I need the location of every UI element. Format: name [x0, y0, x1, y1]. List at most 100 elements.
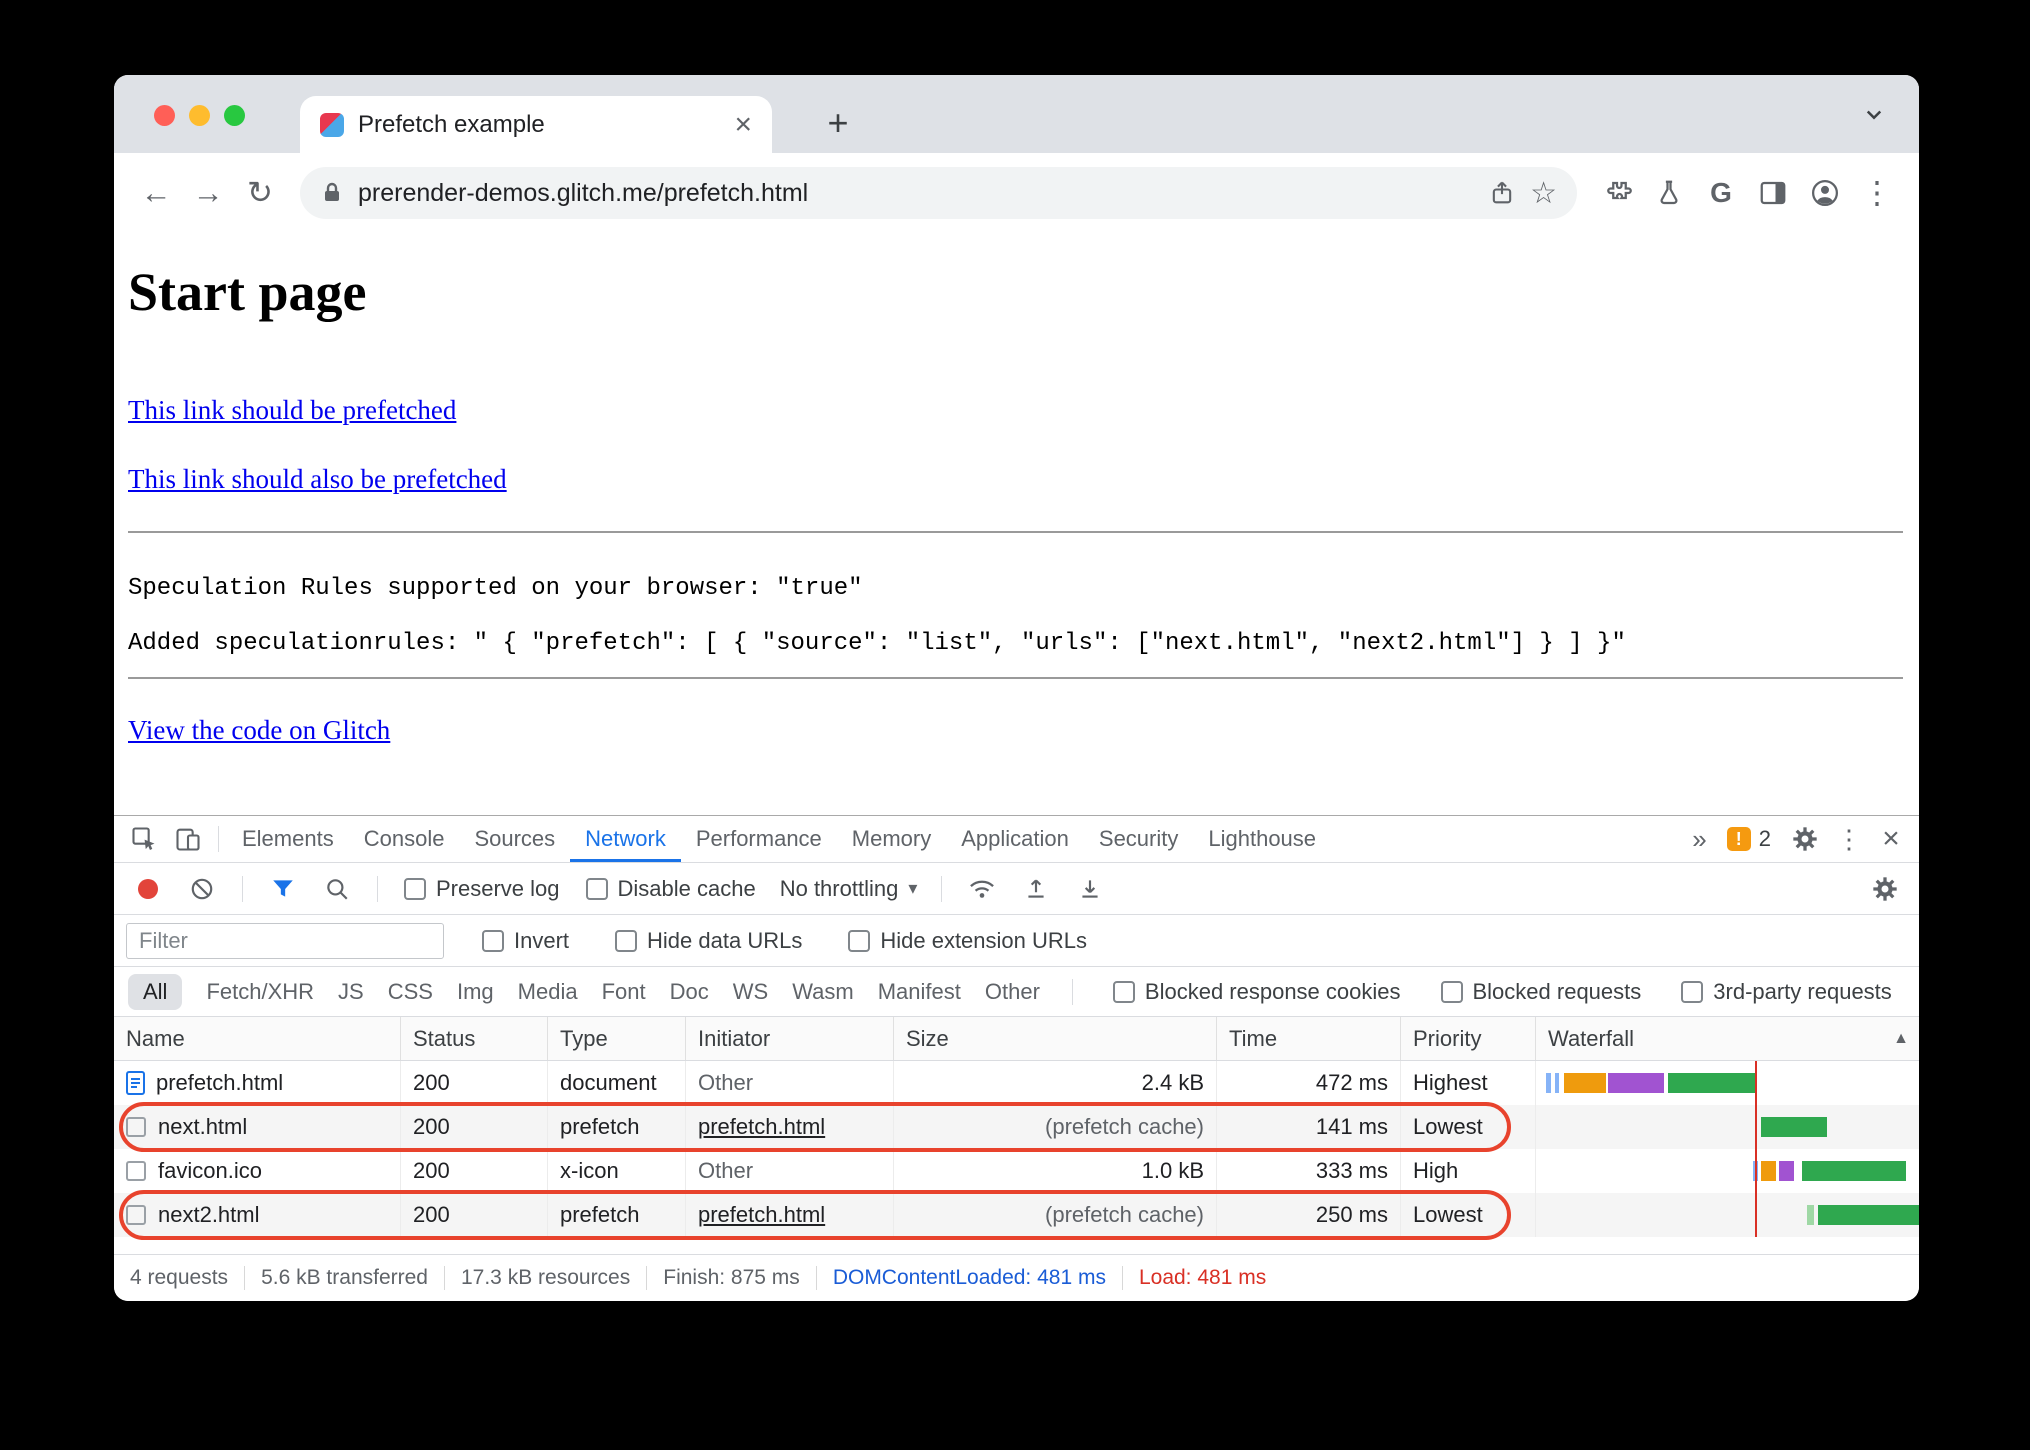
devtools-menu-kebab-icon[interactable]: ⋮	[1829, 824, 1869, 855]
google-account-icon[interactable]: G	[1697, 169, 1745, 217]
tab-memory[interactable]: Memory	[837, 816, 946, 862]
checkbox[interactable]	[1681, 980, 1704, 1003]
side-panel-icon[interactable]	[1749, 169, 1797, 217]
checkbox[interactable]	[1112, 980, 1135, 1003]
checkbox[interactable]	[404, 877, 426, 900]
checkbox[interactable]	[615, 929, 638, 952]
tab-performance[interactable]: Performance	[681, 816, 837, 862]
chip-other[interactable]: Other	[985, 979, 1040, 1005]
tab-elements[interactable]: Elements	[227, 816, 349, 862]
browser-menu-kebab-icon[interactable]: ⋮	[1853, 169, 1901, 217]
table-row[interactable]: favicon.ico 200 x-icon Other 1.0 kB 333 …	[114, 1149, 1919, 1193]
chevron-down-icon: ▾	[908, 878, 918, 898]
chip-img[interactable]: Img	[457, 979, 494, 1005]
minimize-window-button[interactable]	[189, 105, 210, 126]
issues-count: 2	[1758, 826, 1771, 851]
tab-sources[interactable]: Sources	[459, 816, 570, 862]
extensions-puzzle-icon[interactable]	[1593, 169, 1641, 217]
filter-input[interactable]	[126, 922, 444, 959]
chip-fetch-xhr[interactable]: Fetch/XHR	[206, 979, 314, 1005]
bookmark-star-icon[interactable]: ☆	[1530, 176, 1557, 211]
hide-extension-urls-checkbox[interactable]: Hide extension URLs	[848, 928, 1087, 954]
profile-avatar-icon[interactable]	[1801, 169, 1849, 217]
import-har-icon[interactable]	[1014, 869, 1058, 909]
maximize-window-button[interactable]	[224, 105, 245, 126]
device-toolbar-icon[interactable]	[166, 819, 210, 859]
throttling-value: No throttling	[779, 875, 899, 901]
chip-js[interactable]: JS	[338, 979, 364, 1005]
network-conditions-wifi-icon[interactable]	[960, 869, 1004, 909]
clear-network-log-icon[interactable]	[180, 869, 224, 909]
close-window-button[interactable]	[154, 105, 175, 126]
invert-checkbox[interactable]: Invert	[482, 928, 569, 954]
checkbox[interactable]	[585, 877, 608, 900]
tab-search-chevron-icon[interactable]	[1859, 99, 1889, 129]
column-size[interactable]: Size	[894, 1017, 1217, 1060]
checkbox[interactable]	[848, 929, 871, 952]
issues-counter[interactable]: ! 2	[1717, 826, 1781, 852]
search-icon[interactable]	[315, 869, 359, 909]
reload-icon[interactable]: ↻	[236, 169, 284, 217]
table-row[interactable]: prefetch.html 200 document Other 2.4 kB …	[114, 1061, 1919, 1105]
column-waterfall[interactable]: Waterfall ▲	[1536, 1017, 1919, 1060]
network-filter-row: Invert Hide data URLs Hide extension URL…	[114, 915, 1919, 967]
tab-lighthouse[interactable]: Lighthouse	[1193, 816, 1331, 862]
finish-time: Finish: 875 ms	[646, 1266, 816, 1290]
column-initiator[interactable]: Initiator	[686, 1017, 894, 1060]
blocked-requests-checkbox[interactable]: Blocked requests	[1440, 979, 1641, 1005]
browser-toolbar: ← → ↻ prerender-demos.glitch.me/prefetch…	[114, 153, 1919, 233]
view-code-link[interactable]: View the code on Glitch	[128, 715, 390, 746]
chip-all[interactable]: All	[128, 973, 183, 1010]
third-party-requests-checkbox[interactable]: 3rd-party requests	[1681, 979, 1892, 1005]
filter-funnel-icon[interactable]	[261, 869, 305, 909]
share-icon[interactable]	[1488, 179, 1516, 207]
labs-flask-icon[interactable]	[1645, 169, 1693, 217]
column-priority[interactable]: Priority	[1401, 1017, 1536, 1060]
tab-console[interactable]: Console	[349, 816, 460, 862]
devtools-settings-gear-icon[interactable]	[1783, 819, 1827, 859]
new-tab-button[interactable]: +	[816, 101, 860, 145]
back-icon[interactable]: ←	[132, 169, 180, 217]
request-status: 200	[401, 1193, 548, 1237]
request-initiator-link[interactable]: prefetch.html	[686, 1105, 894, 1149]
tab-application[interactable]: Application	[946, 816, 1084, 862]
record-network-log-icon[interactable]	[126, 869, 170, 909]
preserve-log-checkbox[interactable]: Preserve log	[404, 876, 560, 902]
chip-font[interactable]: Font	[602, 979, 646, 1005]
column-status[interactable]: Status	[401, 1017, 548, 1060]
prefetch-link-2[interactable]: This link should also be prefetched	[128, 464, 507, 495]
chip-css[interactable]: CSS	[388, 979, 433, 1005]
forward-icon[interactable]: →	[184, 169, 232, 217]
browser-tab[interactable]: Prefetch example ×	[300, 96, 772, 153]
devtools-panel: Elements Console Sources Network Perform…	[114, 815, 1919, 1301]
chip-media[interactable]: Media	[518, 979, 578, 1005]
request-initiator: Other	[686, 1061, 894, 1105]
column-name[interactable]: Name	[114, 1017, 401, 1060]
more-tabs-icon[interactable]: »	[1684, 824, 1714, 855]
prefetch-link-1[interactable]: This link should be prefetched	[128, 395, 456, 426]
hide-data-urls-checkbox[interactable]: Hide data URLs	[615, 928, 802, 954]
devtools-close-icon[interactable]: ×	[1871, 822, 1911, 856]
chip-ws[interactable]: WS	[733, 979, 768, 1005]
tab-security[interactable]: Security	[1084, 816, 1193, 862]
network-settings-gear-icon[interactable]	[1863, 869, 1907, 909]
column-time[interactable]: Time	[1217, 1017, 1401, 1060]
table-row[interactable]: next.html 200 prefetch prefetch.html (pr…	[114, 1105, 1919, 1149]
table-row[interactable]: next2.html 200 prefetch prefetch.html (p…	[114, 1193, 1919, 1237]
tab-network[interactable]: Network	[570, 816, 681, 862]
inspect-element-icon[interactable]	[122, 819, 166, 859]
request-initiator-link[interactable]: prefetch.html	[686, 1193, 894, 1237]
checkbox[interactable]	[482, 929, 504, 952]
blocked-response-cookies-checkbox[interactable]: Blocked response cookies	[1112, 979, 1401, 1005]
chip-doc[interactable]: Doc	[670, 979, 709, 1005]
chip-manifest[interactable]: Manifest	[878, 979, 961, 1005]
waterfall-bar-queueing	[1546, 1073, 1551, 1093]
disable-cache-checkbox[interactable]: Disable cache	[585, 876, 756, 902]
column-type[interactable]: Type	[548, 1017, 686, 1060]
tab-close-icon[interactable]: ×	[734, 109, 752, 140]
throttling-dropdown[interactable]: No throttling ▾	[780, 876, 918, 902]
chip-wasm[interactable]: Wasm	[792, 979, 854, 1005]
export-har-icon[interactable]	[1068, 869, 1112, 909]
checkbox[interactable]	[1440, 980, 1463, 1003]
address-bar[interactable]: prerender-demos.glitch.me/prefetch.html …	[300, 167, 1577, 219]
